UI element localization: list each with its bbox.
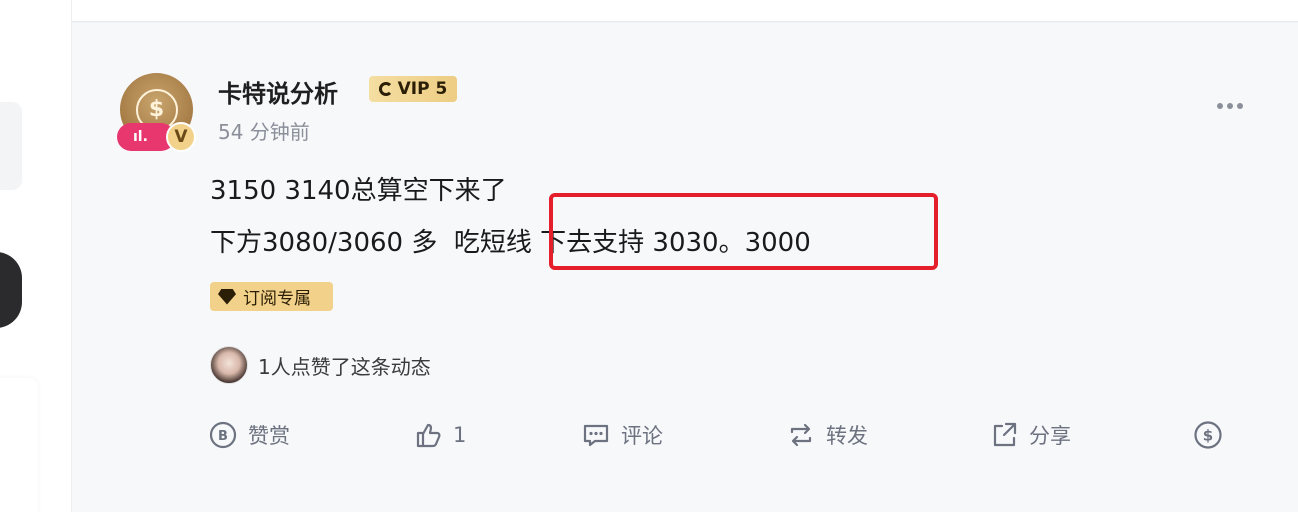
repost-button[interactable]: 转发 — [786, 413, 868, 457]
reward-button[interactable]: B 赞赏 — [208, 413, 290, 457]
action-bar: B 赞赏 1 评论 转发 分享 $ — [0, 413, 1298, 457]
repost-icon — [786, 420, 816, 450]
share-icon — [989, 420, 1019, 450]
subscription-tag[interactable]: 订阅专属 — [210, 282, 333, 311]
post-time: 54 分钟前 — [218, 120, 310, 144]
thumbs-up-icon — [413, 420, 443, 450]
share-label: 分享 — [1029, 424, 1071, 448]
verified-badge: V — [166, 122, 196, 152]
rail-card[interactable] — [0, 102, 22, 190]
comment-icon — [581, 420, 611, 450]
dot-icon — [1227, 103, 1233, 109]
diamond-icon — [218, 288, 236, 305]
like-button[interactable]: 1 — [413, 413, 466, 457]
vip-label: VIP 5 — [397, 79, 448, 99]
dot-icon — [1237, 103, 1243, 109]
comment-button[interactable]: 评论 — [581, 413, 663, 457]
author-avatar[interactable]: $ ıl. V — [117, 73, 200, 153]
previous-card-edge — [72, 0, 1298, 22]
vip-badge[interactable]: VIP 5 — [369, 76, 457, 102]
dollar-icon: $ — [1193, 420, 1223, 450]
page: $ ıl. V 卡特说分析 VIP 5 54 分钟前 3150 3140总算空下… — [0, 0, 1298, 512]
dot-icon — [1217, 103, 1223, 109]
tip-button[interactable]: $ — [1193, 413, 1223, 457]
like-count: 1 — [453, 423, 467, 447]
live-bars-icon: ıl. — [133, 129, 148, 145]
liker-avatar[interactable] — [210, 346, 248, 384]
red-highlight-box — [549, 193, 938, 270]
reward-label: 赞赏 — [248, 424, 290, 448]
more-options-button[interactable] — [1210, 96, 1250, 116]
coin-icon: B — [208, 420, 238, 450]
likes-summary[interactable]: 1人点赞了这条动态 — [258, 351, 431, 380]
comment-label: 评论 — [621, 424, 663, 448]
svg-text:$: $ — [1203, 427, 1213, 445]
repost-label: 转发 — [826, 424, 868, 448]
svg-text:B: B — [218, 429, 228, 444]
vip-icon — [378, 82, 393, 96]
rail-round-button[interactable] — [0, 252, 22, 328]
author-name[interactable]: 卡特说分析 — [218, 74, 338, 109]
subscription-tag-label: 订阅专属 — [243, 289, 311, 309]
share-button[interactable]: 分享 — [989, 413, 1071, 457]
